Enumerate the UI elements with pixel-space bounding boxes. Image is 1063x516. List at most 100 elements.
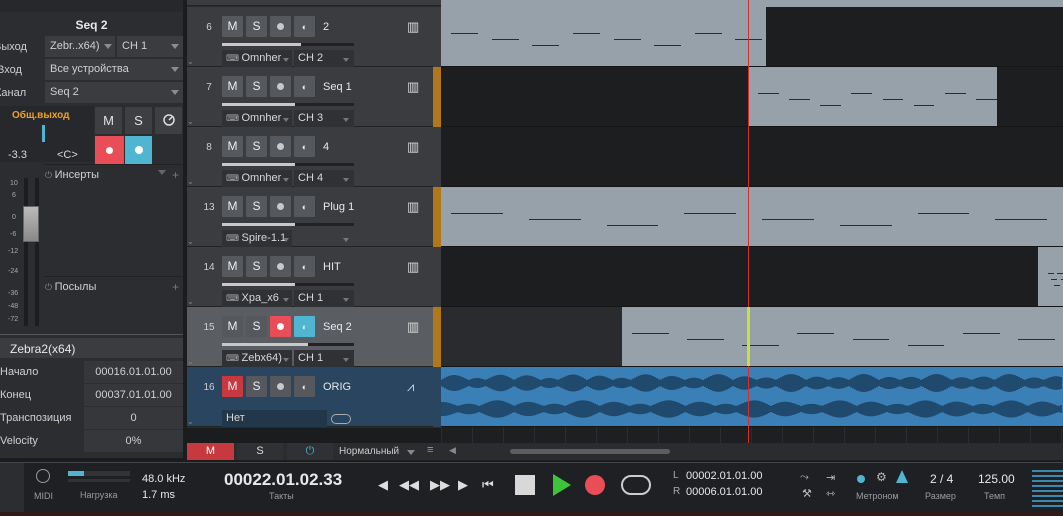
track-header[interactable]: 14 M S ◐ HIT ⌨ Xpa_x6 CH 1 ▥ ⌄ xyxy=(187,247,441,307)
clip[interactable] xyxy=(1038,247,1063,306)
loop-icon[interactable] xyxy=(621,475,651,495)
clip[interactable] xyxy=(748,67,997,126)
track-input-select[interactable]: Нет xyxy=(222,410,327,427)
stop-button[interactable] xyxy=(515,475,535,495)
transpose-value[interactable]: 0 xyxy=(84,407,183,429)
inspector-monitor-button[interactable] xyxy=(155,107,182,134)
track-solo-button[interactable]: S xyxy=(246,316,267,337)
track-mute-button[interactable]: M xyxy=(222,376,243,397)
bus-output-label[interactable]: Общ.выход xyxy=(12,110,70,121)
tempo[interactable]: 125.00 xyxy=(978,472,1015,486)
track-name[interactable]: 4 xyxy=(323,141,329,153)
time-signature[interactable]: 2 / 4 xyxy=(930,472,953,486)
volume-value[interactable]: -3.3 xyxy=(8,149,27,161)
track-record-button[interactable] xyxy=(270,316,291,337)
forward-icon[interactable]: ▶▶ xyxy=(430,477,450,493)
expand-icon[interactable]: ⌄ xyxy=(187,297,195,307)
track-solo-button[interactable]: S xyxy=(246,136,267,157)
expand-icon[interactable]: ⌄ xyxy=(187,117,195,127)
track-mute-button[interactable]: M xyxy=(222,196,243,217)
wrench-icon[interactable]: ⚒ xyxy=(802,487,812,500)
track-name[interactable]: HIT xyxy=(323,261,341,273)
track-record-button[interactable] xyxy=(270,16,291,37)
track-solo-button[interactable]: S xyxy=(246,376,267,397)
track-header[interactable]: 13 M S ◐ Plug 1 ⌨ Spire-1.1 ▥ ⌄ xyxy=(187,187,441,247)
track-input-select[interactable]: ⌨ Omnher xyxy=(222,50,292,67)
expand-icon[interactable]: ⌄ xyxy=(187,357,195,367)
track-volume-slider[interactable] xyxy=(222,43,354,46)
track-volume-slider[interactable] xyxy=(222,223,354,226)
global-monitor-button[interactable]: ⏻ xyxy=(287,443,333,460)
metronome-settings-icon[interactable]: ⚙ xyxy=(876,470,887,484)
rewind-start-icon[interactable]: ◀ xyxy=(378,477,388,493)
track-name[interactable]: Seq 2 xyxy=(323,321,352,333)
track-monitor-button[interactable]: ◐ xyxy=(294,16,315,37)
track-volume-slider[interactable] xyxy=(222,163,354,166)
track-monitor-button[interactable]: ◐ xyxy=(294,136,315,157)
expand-icon[interactable]: ⌄ xyxy=(187,417,195,427)
precount-icon[interactable]: ⇥ xyxy=(826,471,835,484)
track-record-button[interactable] xyxy=(270,376,291,397)
track-monitor-button[interactable]: ◐ xyxy=(294,256,315,277)
track-mute-button[interactable]: M xyxy=(222,256,243,277)
track-solo-button[interactable]: S xyxy=(246,16,267,37)
record-button[interactable] xyxy=(585,475,605,495)
track-mute-button[interactable]: M xyxy=(222,316,243,337)
start-value[interactable]: 00016.01.01.00 xyxy=(84,361,183,383)
track-name[interactable]: 2 xyxy=(323,21,329,33)
track-volume-slider[interactable] xyxy=(222,283,354,286)
inspector-solo-button[interactable]: S xyxy=(125,107,152,134)
track-solo-button[interactable]: S xyxy=(246,256,267,277)
volume-fader[interactable] xyxy=(23,206,39,242)
track-lane[interactable] xyxy=(441,247,1063,307)
track-name[interactable]: Plug 1 xyxy=(323,201,354,213)
add-send-icon[interactable]: + xyxy=(172,280,179,294)
track-monitor-button[interactable]: ◐ xyxy=(294,316,315,337)
range-icon[interactable]: ⇿ xyxy=(826,487,835,500)
forward-end-icon[interactable]: ▶ xyxy=(458,477,468,493)
global-solo-button[interactable]: S xyxy=(237,443,283,460)
punch-icon[interactable]: ⤳ xyxy=(800,471,809,484)
pan-value[interactable]: <C> xyxy=(57,149,78,161)
track-solo-button[interactable]: S xyxy=(246,76,267,97)
track-record-button[interactable] xyxy=(270,136,291,157)
track-header[interactable]: 15 M S ◐ Seq 2 ⌨ Zebx64) CH 1 ▥ ⌄ xyxy=(187,307,441,367)
mode-select[interactable]: Нормальный xyxy=(339,446,399,457)
track-record-button[interactable] xyxy=(270,76,291,97)
track-lane[interactable] xyxy=(441,127,1063,187)
track-header[interactable]: 16 M S ◐ ORIG Нет ⩘ ⌄ xyxy=(187,367,441,427)
audio-clip[interactable] xyxy=(441,367,1063,426)
play-button[interactable] xyxy=(553,474,571,496)
scroll-left-icon[interactable]: ◀ xyxy=(449,445,456,456)
track-record-button[interactable] xyxy=(270,196,291,217)
inserts-label[interactable]: ⏻ Инсерты xyxy=(45,169,99,181)
track-monitor-button[interactable]: ◐ xyxy=(294,376,315,397)
link-icon[interactable] xyxy=(331,414,351,424)
track-volume-slider[interactable] xyxy=(222,343,354,346)
loop-left-value[interactable]: 00002.01.01.00 xyxy=(686,470,762,482)
end-value[interactable]: 00037.01.01.00 xyxy=(84,384,183,406)
track-solo-button[interactable]: S xyxy=(246,196,267,217)
rewind-icon[interactable]: ◀◀ xyxy=(399,477,419,493)
track-volume-slider[interactable] xyxy=(222,103,354,106)
clip[interactable] xyxy=(441,187,1063,246)
playhead[interactable] xyxy=(748,0,749,443)
track-name[interactable]: Seq 1 xyxy=(323,81,352,93)
track-mute-button[interactable]: M xyxy=(222,76,243,97)
expand-icon[interactable]: ⌄ xyxy=(187,177,195,187)
track-name[interactable]: ORIG xyxy=(323,381,351,393)
input-select[interactable]: Все устройства xyxy=(45,59,183,80)
track-mute-button[interactable]: M xyxy=(222,16,243,37)
track-monitor-button[interactable]: ◐ xyxy=(294,196,315,217)
time-display[interactable]: 00022.01.02.33 xyxy=(224,470,342,490)
global-mute-button[interactable]: M xyxy=(187,443,234,460)
menu-icon[interactable]: ≡ xyxy=(427,444,433,456)
velocity-value[interactable]: 0% xyxy=(84,430,183,452)
sends-label[interactable]: ⏻ Посылы xyxy=(45,281,96,293)
track-input-select[interactable]: ⌨ Omnher xyxy=(222,110,292,127)
track-input-select[interactable]: ⌨ Omnher xyxy=(222,170,292,187)
inspector-monitor-input-button[interactable] xyxy=(125,136,152,164)
inspector-mute-button[interactable]: M xyxy=(95,107,122,134)
metronome-dot-icon[interactable] xyxy=(857,475,865,483)
inspector-record-button[interactable] xyxy=(95,136,124,164)
